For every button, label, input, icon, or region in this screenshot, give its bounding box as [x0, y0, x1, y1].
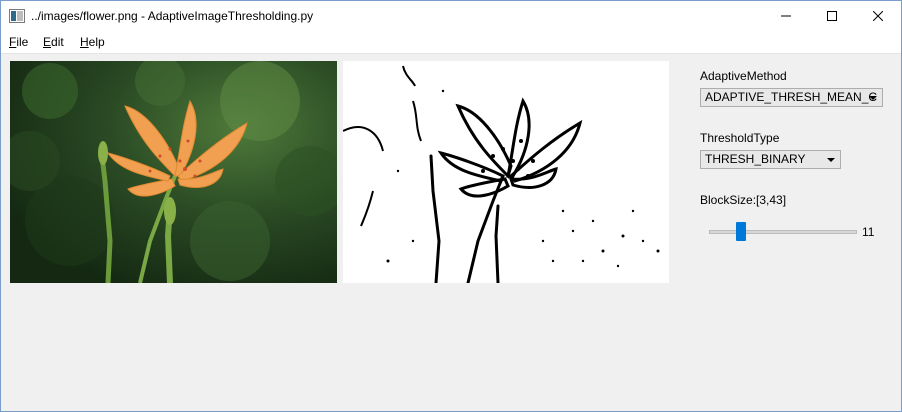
- block-size-slider-track[interactable]: [709, 230, 857, 234]
- window-title: ../images/flower.png - AdaptiveImageThre…: [31, 9, 314, 23]
- minimize-button[interactable]: [763, 1, 809, 31]
- main-content: AdaptiveMethod ADAPTIVE_THRESH_MEAN_C Th…: [1, 54, 901, 411]
- block-size-label: BlockSize:[3,43]: [700, 193, 787, 207]
- menu-file[interactable]: File: [9, 35, 28, 49]
- threshold-image: [343, 61, 669, 283]
- threshold-type-select[interactable]: THRESH_BINARY: [700, 150, 841, 169]
- close-icon: [873, 11, 883, 21]
- menu-help[interactable]: Help: [80, 35, 105, 49]
- chevron-down-icon: [827, 158, 835, 162]
- adaptive-method-value: ADAPTIVE_THRESH_MEAN_C: [705, 90, 878, 104]
- adaptive-method-select[interactable]: ADAPTIVE_THRESH_MEAN_C: [700, 88, 883, 107]
- adaptive-method-label: AdaptiveMethod: [700, 69, 787, 83]
- threshold-type-value: THRESH_BINARY: [705, 152, 806, 166]
- menu-bar: File Edit Help: [1, 31, 901, 54]
- app-window: ../images/flower.png - AdaptiveImageThre…: [0, 0, 902, 412]
- chevron-down-icon: [869, 96, 877, 100]
- block-size-slider-handle[interactable]: [736, 222, 747, 241]
- close-button[interactable]: [855, 1, 901, 31]
- block-size-value: 11: [862, 225, 875, 239]
- app-icon: [9, 8, 25, 27]
- maximize-icon: [827, 11, 837, 21]
- title-bar: ../images/flower.png - AdaptiveImageThre…: [1, 1, 901, 31]
- maximize-button[interactable]: [809, 1, 855, 31]
- threshold-type-label: ThresholdType: [700, 131, 780, 145]
- original-image: [10, 61, 337, 283]
- menu-edit[interactable]: Edit: [43, 35, 64, 49]
- minimize-icon: [781, 15, 791, 17]
